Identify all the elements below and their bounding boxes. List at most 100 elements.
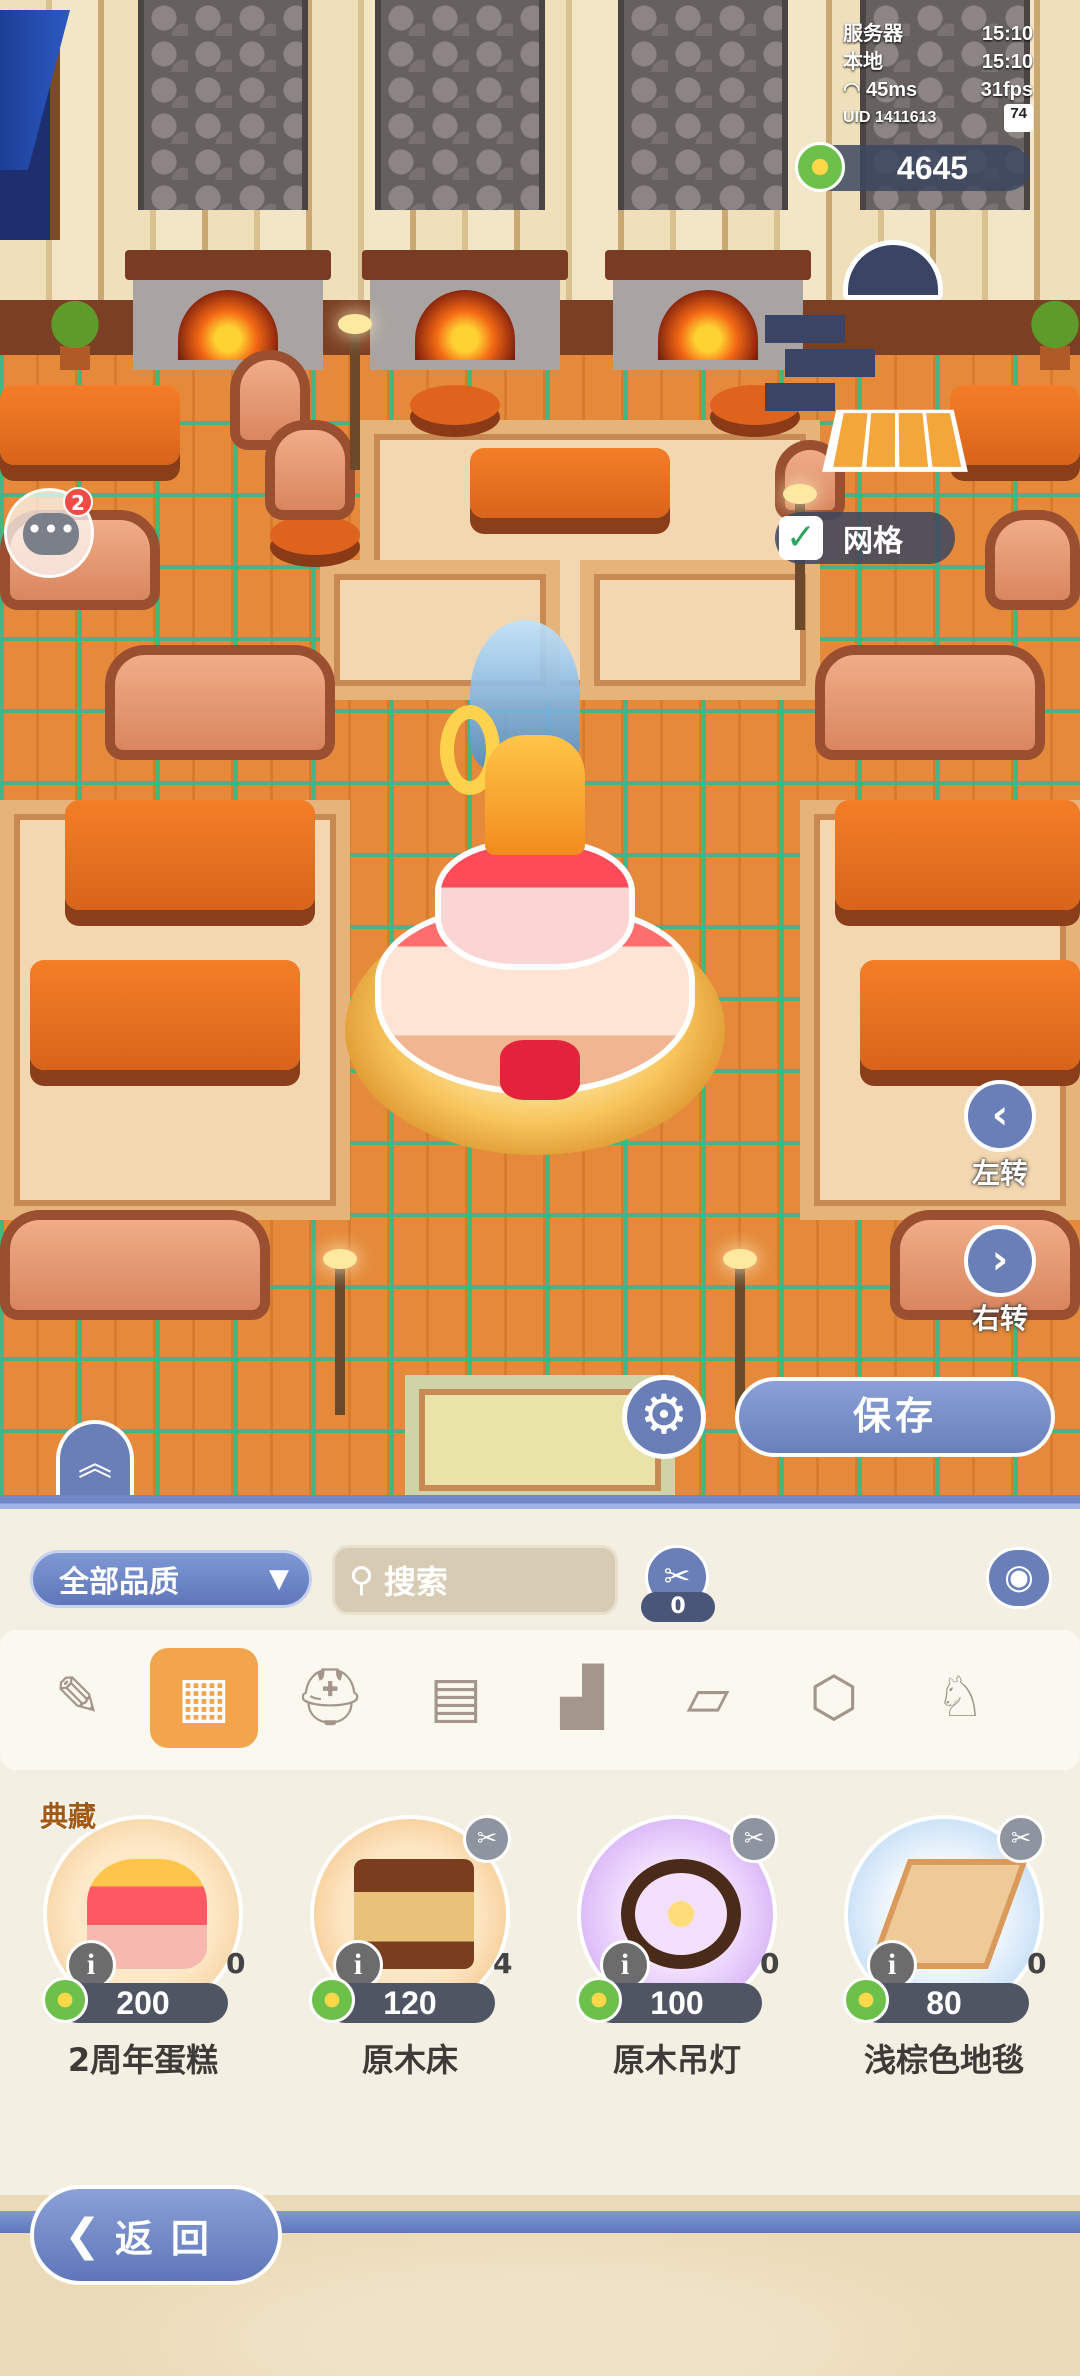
quality-filter-label: 全部品质 (59, 1565, 179, 1600)
wooden-table[interactable] (65, 800, 315, 910)
panel-border (0, 1495, 1080, 1509)
chimney (618, 0, 788, 210)
item-card[interactable]: ✂ i 4 120 原木床 (295, 1795, 525, 2085)
server-label: 服务器 (843, 23, 903, 45)
flower-gem-icon (795, 142, 845, 192)
potted-plant[interactable] (1030, 300, 1080, 370)
chat-badge: 2 (63, 487, 93, 517)
pencil-ruler-icon: ✎ (54, 1665, 102, 1730)
lighting-mode-button[interactable] (838, 230, 948, 310)
room-scene[interactable] (0, 0, 1080, 1500)
search-icon: ⚲ (349, 1560, 374, 1600)
dropdown-arrow-icon: ▼ (269, 1564, 289, 1594)
category-building[interactable]: ▟ (528, 1648, 636, 1748)
box-icon: ⬡ (809, 1665, 859, 1730)
cake-tier (435, 840, 635, 970)
expand-panel-button[interactable]: ︽ (56, 1420, 134, 1498)
armchair[interactable] (265, 420, 355, 520)
sofa[interactable] (105, 645, 335, 760)
save-button[interactable]: 保存 (735, 1377, 1055, 1457)
rotate-left-icon: ‹ (964, 1080, 1036, 1152)
battery-icon: 74 (1004, 104, 1033, 132)
wall-mode-button[interactable] (765, 315, 875, 415)
item-name: 原木床 (361, 2041, 458, 2079)
visibility-toggle-button[interactable]: ◉ (986, 1547, 1052, 1609)
local-time: 15:10 (981, 51, 1033, 73)
cake-topper (485, 735, 585, 855)
duck-icon: ♘ (934, 1665, 986, 1730)
wooden-table[interactable] (470, 448, 670, 518)
wifi-icon: ◠ (843, 79, 861, 101)
checkbox-checked-icon[interactable]: ✓ (779, 516, 823, 560)
local-label: 本地 (843, 51, 883, 73)
furniture-panel: 全部品质 ▼ ⚲ 搜索 ✂ 0 ◉ ✎ ▦ ⛑ ▤ ▟ ▱ ⬡ ♘ 典藏 i 0… (0, 1495, 1080, 2376)
gear-icon: ⚙ (639, 1383, 689, 1446)
wrench-icon[interactable]: ✂ (997, 1815, 1045, 1863)
search-input[interactable]: ⚲ 搜索 (332, 1545, 618, 1615)
eye-icon: ◉ (1004, 1557, 1034, 1597)
item-quantity: 0 (226, 1947, 246, 1980)
floor-mode-button[interactable] (822, 409, 968, 472)
item-card[interactable]: 典藏 i 0 200 2周年蛋糕 (28, 1795, 258, 2085)
item-card[interactable]: ✂ i 0 80 浅棕色地毯 (829, 1795, 1059, 2085)
rotate-right-label: 右转 (971, 1302, 1028, 1335)
category-helmet[interactable]: ⛑ (276, 1648, 384, 1748)
wooden-table[interactable] (30, 960, 300, 1070)
back-button[interactable]: ❮ 返回 (30, 2185, 282, 2285)
category-box[interactable]: ⬡ (780, 1648, 888, 1748)
potted-plant[interactable] (50, 300, 100, 370)
rotate-right-button[interactable]: › 右转 (960, 1225, 1040, 1335)
round-table[interactable] (410, 385, 500, 425)
floor-lamp[interactable] (338, 314, 372, 470)
chimney (138, 0, 308, 210)
category-all[interactable]: ▦ (150, 1648, 258, 1748)
quality-filter-dropdown[interactable]: 全部品质 ▼ (30, 1550, 312, 1608)
sofa[interactable] (815, 645, 1045, 760)
flower-gem-icon (576, 1977, 622, 2023)
settings-button[interactable]: ⚙ (622, 1375, 706, 1459)
rotate-left-label: 左转 (971, 1157, 1028, 1190)
tool-count: 0 (641, 1592, 715, 1622)
tools-icon: ✂ (663, 1557, 691, 1595)
item-quantity: 4 (493, 1947, 513, 1980)
item-card[interactable]: ✂ i 0 100 原木吊灯 (562, 1795, 792, 2085)
wooden-table[interactable] (950, 385, 1080, 465)
wrench-icon[interactable]: ✂ (463, 1815, 511, 1863)
item-name: 2周年蛋糕 (67, 2041, 219, 2079)
category-wall[interactable]: ▤ (402, 1648, 510, 1748)
fireplace[interactable] (362, 250, 568, 370)
item-name: 原木吊灯 (612, 2041, 741, 2079)
wooden-table[interactable] (0, 385, 180, 465)
fireplace[interactable] (125, 250, 331, 370)
chat-button[interactable]: ••• 2 (4, 487, 94, 578)
cake-bow (500, 1040, 580, 1100)
lamp-icon (843, 240, 943, 300)
rug[interactable] (580, 560, 820, 700)
server-time: 15:10 (981, 23, 1033, 45)
grid-toggle[interactable]: ✓ 网格 (775, 512, 955, 564)
item-name: 浅棕色地毯 (863, 2041, 1024, 2079)
floor-lamp[interactable] (323, 1249, 357, 1415)
back-label: 返回 (114, 2216, 227, 2261)
status-overlay: 服务器 15:10 本地 15:10 ◠ 45ms 31fps UID 1411613… (843, 20, 1033, 132)
chat-bubble-icon: ••• (23, 513, 79, 555)
wooden-table[interactable] (835, 800, 1080, 910)
flower-gem-icon (42, 1977, 88, 2023)
category-pencil-ruler[interactable]: ✎ (24, 1648, 132, 1748)
flower-gem-icon (309, 1977, 355, 2023)
brick-wall-icon: ▤ (429, 1665, 483, 1730)
uid: UID 1411613 (843, 109, 937, 126)
back-arrow-icon: ❮ (64, 2209, 101, 2261)
floor-tile-icon: ▱ (686, 1665, 730, 1730)
category-toy[interactable]: ♘ (906, 1648, 1014, 1748)
category-floor[interactable]: ▱ (654, 1648, 762, 1748)
rotate-left-button[interactable]: ‹ 左转 (960, 1080, 1040, 1190)
sofa[interactable] (0, 1210, 270, 1320)
collection-tag: 典藏 (40, 1800, 97, 1833)
search-placeholder: 搜索 (383, 1563, 448, 1601)
wrench-icon[interactable]: ✂ (730, 1815, 778, 1863)
item-grid: 典藏 i 0 200 2周年蛋糕 ✂ i 4 120 原木床 ✂ i 0 100 (0, 1795, 1080, 2095)
wooden-table[interactable] (860, 960, 1080, 1070)
round-table[interactable] (270, 515, 360, 555)
sofa[interactable] (985, 510, 1080, 610)
